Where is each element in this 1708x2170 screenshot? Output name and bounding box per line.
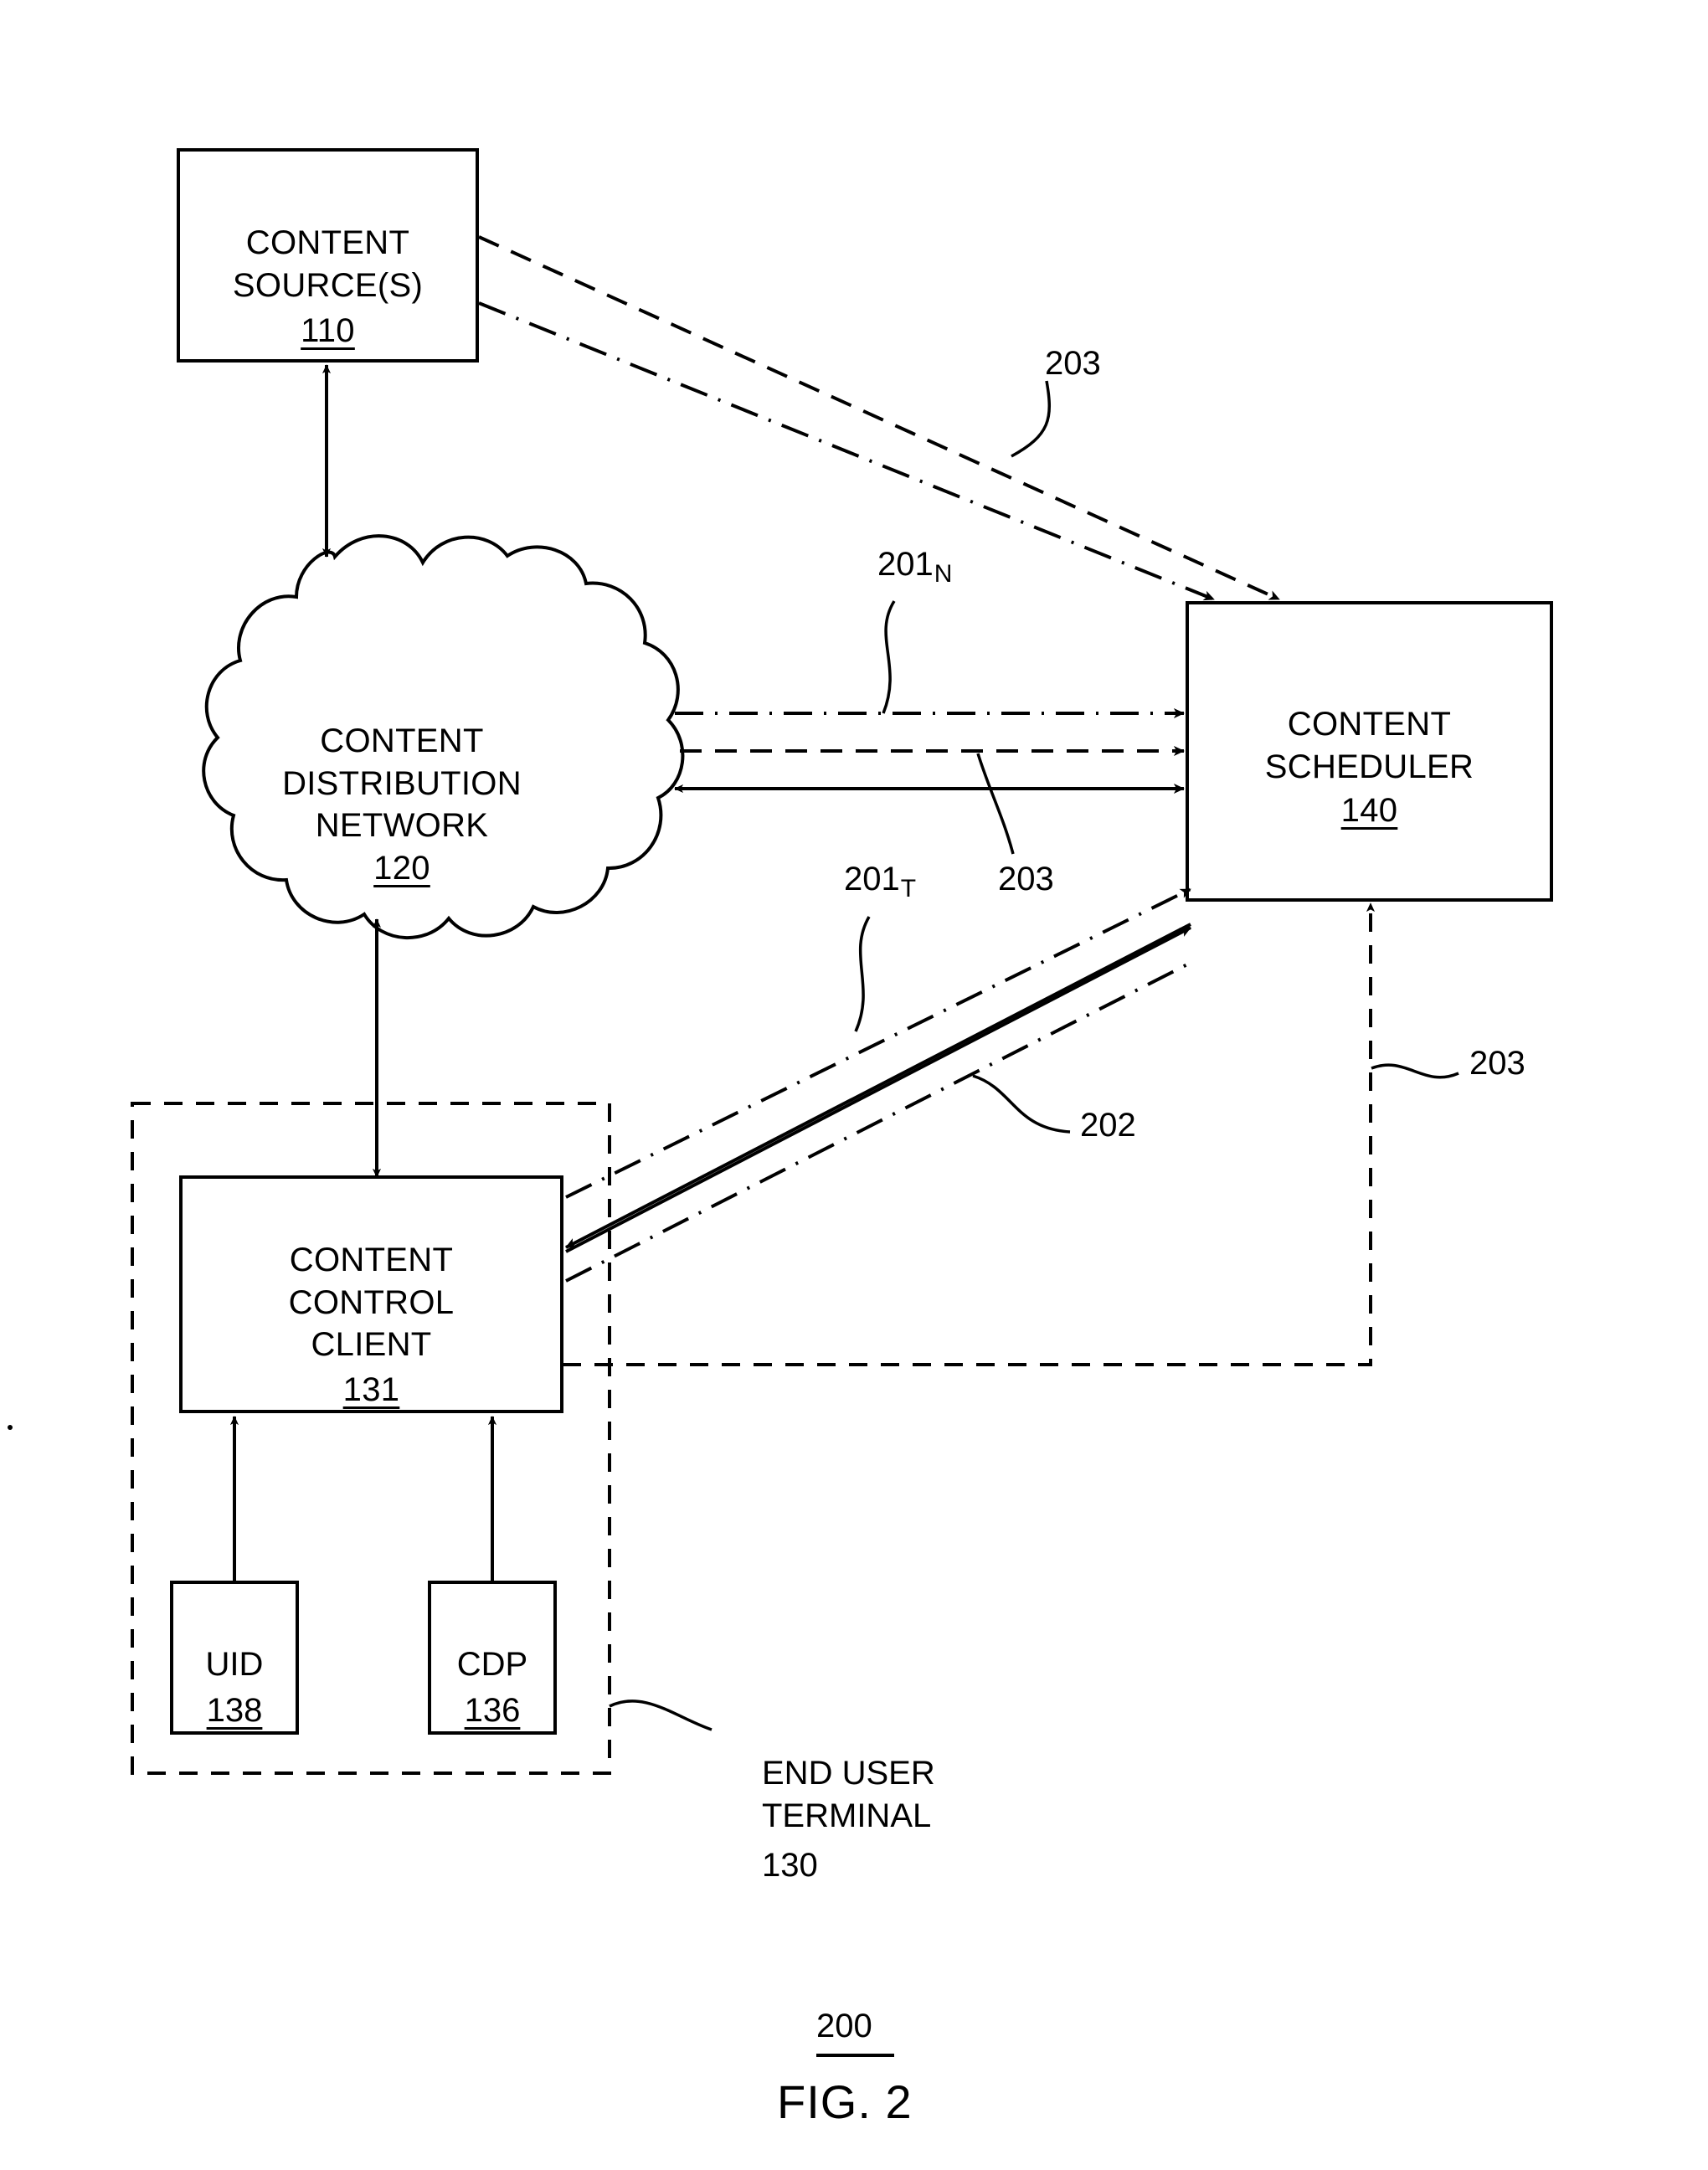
leader-203-middle (976, 753, 1015, 855)
line-client-to-scheduler-dashdot-upper (565, 887, 1191, 1199)
content-source-box (177, 148, 479, 363)
ref-201t-text: 201 (844, 861, 900, 897)
scan-speck (8, 1425, 13, 1430)
ref-202-text: 202 (1080, 1107, 1136, 1144)
ref-201n-subscript: N (934, 560, 953, 589)
ref-203-middle: 203 (998, 861, 1054, 898)
end-user-terminal-ref: 130 (762, 1802, 818, 1887)
line-client-to-scheduler-solid (565, 926, 1191, 1253)
leader-201n (882, 600, 896, 714)
figure-reference-text: 200 (816, 2008, 872, 2044)
ref-203-middle-text: 203 (998, 861, 1054, 897)
leader-202 (972, 1074, 1071, 1134)
leader-203-top (1011, 380, 1052, 458)
content-control-client-box (179, 1175, 563, 1413)
line-scheduler-to-client-solid (565, 923, 1191, 1249)
content-scheduler-box (1186, 601, 1553, 902)
leader-203-right (1371, 1063, 1459, 1079)
cdp-ref: 136 (430, 1645, 555, 1732)
figure-caption: FIG. 2 (777, 2075, 913, 2129)
ref-203-right-text: 203 (1469, 1045, 1525, 1082)
line-client-to-scheduler-dashed-vertical (563, 902, 1376, 1366)
ref-203-top-text: 203 (1045, 345, 1101, 382)
leader-201t (854, 916, 871, 1032)
ref-201t-subscript: T (900, 875, 917, 903)
patent-figure-2: CONTENT SOURCE(S) 110 CONTENT DISTRIBUTI… (0, 0, 1708, 2170)
diagram-lines (8, 148, 1553, 2057)
line-source-to-scheduler-dashdot (478, 301, 1215, 601)
ref-203-top: 203 (1045, 345, 1101, 383)
ref-201t: 201T (844, 861, 916, 903)
leader-end-user-terminal (609, 1699, 713, 1731)
ref-201n-text: 201 (877, 546, 934, 583)
ref-202: 202 (1080, 1107, 1136, 1144)
cdp-ref-text: 136 (464, 1692, 521, 1729)
uid-ref-text: 138 (206, 1692, 263, 1729)
end-user-terminal-ref-text: 130 (762, 1847, 818, 1885)
figure-reference-number: 200 (816, 2008, 872, 2045)
ref-203-right: 203 (1469, 1045, 1525, 1082)
uid-ref: 138 (172, 1645, 297, 1732)
figure-caption-text: FIG. 2 (777, 2075, 913, 2128)
content-distribution-network-cloud (202, 534, 685, 939)
ref-201n: 201N (877, 546, 952, 589)
